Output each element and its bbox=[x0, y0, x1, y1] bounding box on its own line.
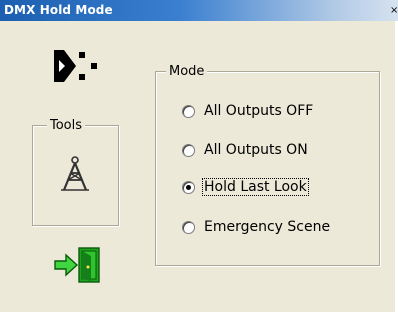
exit-door-icon[interactable] bbox=[53, 247, 101, 283]
radio-all-outputs-off[interactable]: All Outputs OFF bbox=[182, 102, 314, 120]
radio-label[interactable]: All Outputs ON bbox=[203, 142, 309, 158]
light-tower-icon[interactable] bbox=[59, 156, 91, 192]
dmx-hold-mode-window: DMX Hold Mode × Tools Mode All Outputs O… bbox=[0, 0, 398, 312]
radio-button[interactable] bbox=[182, 220, 195, 234]
radio-label[interactable]: Hold Last Look bbox=[202, 178, 309, 196]
radio-hold-last-look[interactable]: Hold Last Look bbox=[182, 178, 309, 196]
radio-button-selected[interactable] bbox=[182, 180, 195, 194]
title-bar[interactable]: DMX Hold Mode × bbox=[0, 0, 398, 21]
mode-group-label: Mode bbox=[166, 64, 208, 79]
radio-emergency-scene[interactable]: Emergency Scene bbox=[182, 218, 331, 236]
tools-group-label: Tools bbox=[47, 118, 86, 133]
tools-groupbox: Tools bbox=[32, 118, 119, 226]
window-title: DMX Hold Mode bbox=[4, 3, 113, 17]
dmx-logo-icon bbox=[54, 50, 97, 82]
radio-label[interactable]: All Outputs OFF bbox=[203, 103, 314, 119]
radio-all-outputs-on[interactable]: All Outputs ON bbox=[182, 141, 309, 159]
radio-button[interactable] bbox=[182, 104, 195, 118]
mode-groupbox: Mode All Outputs OFF All Outputs ON Hold… bbox=[155, 64, 380, 266]
radio-button[interactable] bbox=[182, 143, 195, 157]
close-button[interactable]: × bbox=[390, 4, 398, 17]
radio-label[interactable]: Emergency Scene bbox=[203, 219, 331, 235]
